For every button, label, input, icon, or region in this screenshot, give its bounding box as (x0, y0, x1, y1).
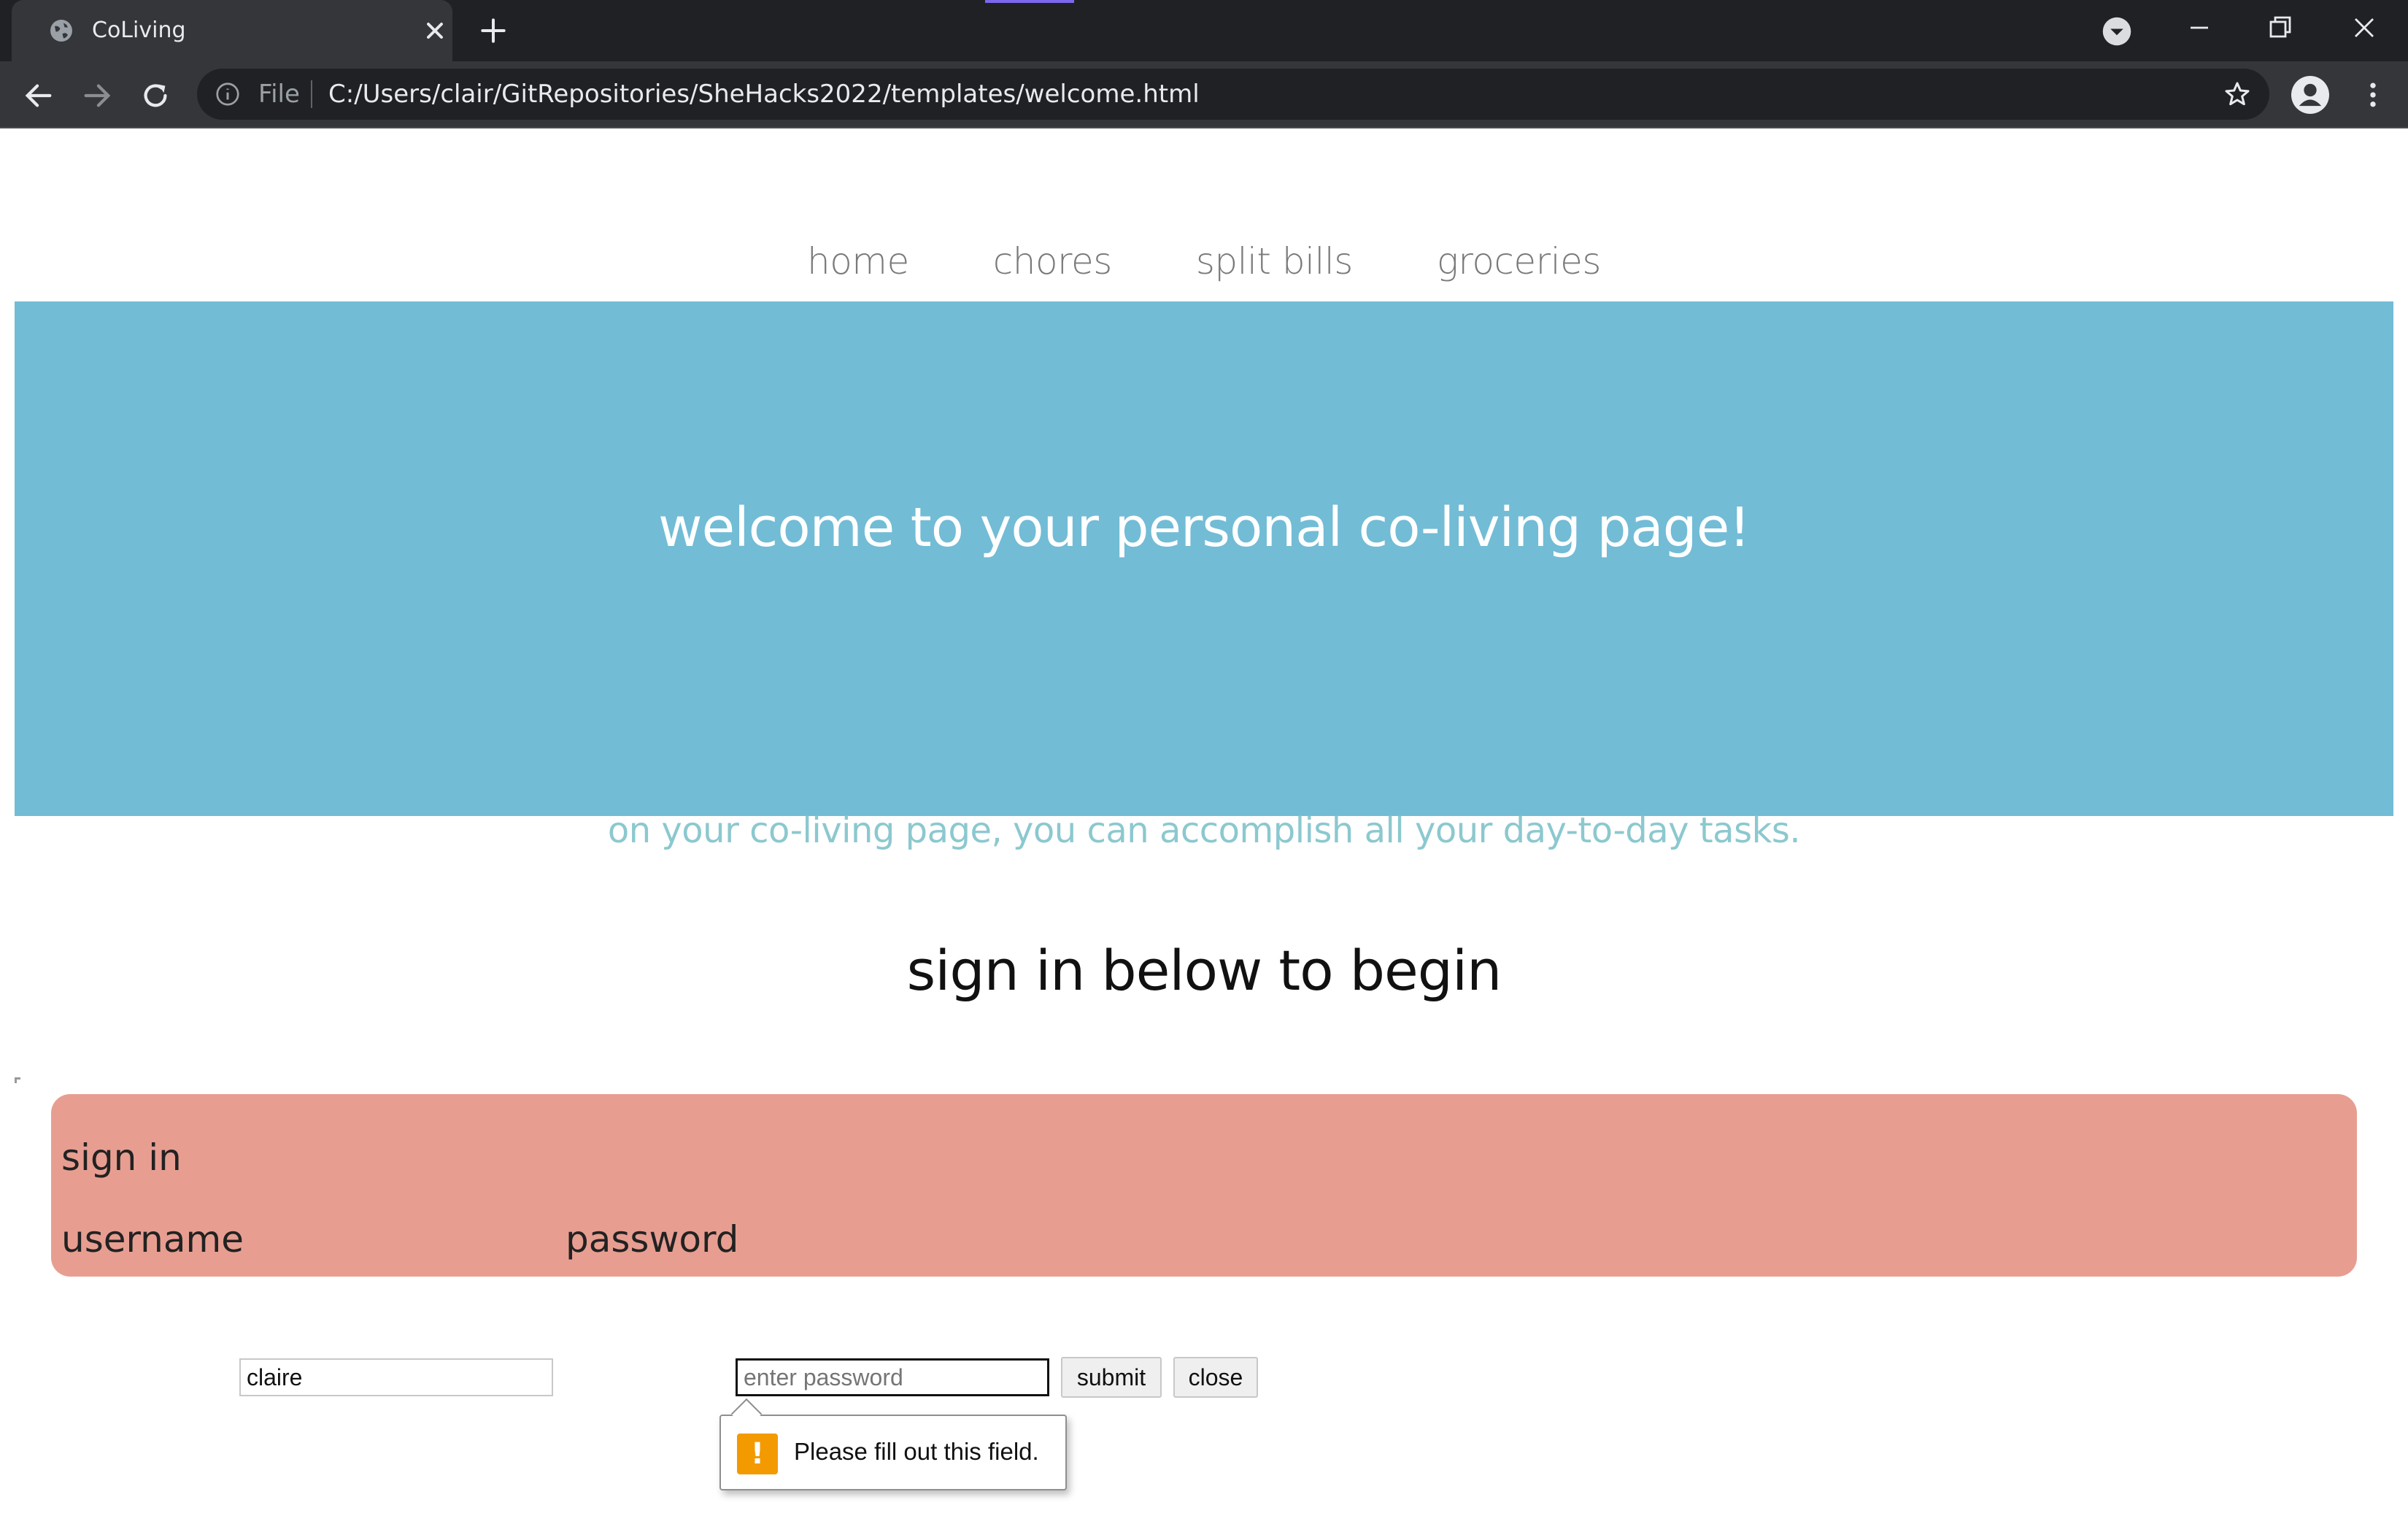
tab-search-icon[interactable] (2102, 16, 2132, 47)
browser-tab[interactable]: CoLiving (12, 0, 452, 61)
close-icon[interactable] (422, 18, 448, 44)
url-text[interactable]: C:/Users/clair/GitRepositories/SheHacks2… (328, 78, 1200, 110)
nav-link-home[interactable]: home (807, 240, 909, 282)
tab-title: CoLiving (92, 18, 186, 43)
nav-link-groceries[interactable]: groceries (1437, 240, 1602, 282)
signin-title: sign in (61, 1136, 182, 1179)
url-scheme-label: File (258, 80, 300, 109)
plus-icon[interactable] (477, 15, 509, 47)
person-icon[interactable] (2291, 76, 2329, 114)
browser-tab-bar: CoLiving (0, 0, 2408, 61)
address-bar[interactable]: File C:/Users/clair/GitRepositories/SheH… (197, 69, 2269, 120)
submit-button[interactable]: submit (1061, 1357, 1162, 1398)
password-input[interactable] (736, 1358, 1049, 1396)
info-icon[interactable] (215, 81, 241, 107)
username-input[interactable] (239, 1358, 553, 1396)
globe-icon (50, 20, 72, 42)
tagline: on your co-living page, you can accompli… (607, 810, 1801, 851)
arrow-right-icon[interactable] (80, 79, 114, 112)
minimize-icon[interactable] (2182, 10, 2217, 45)
username-label: username (61, 1218, 244, 1261)
password-label: password (566, 1218, 739, 1261)
validation-tooltip: ! Please fill out this field. (719, 1398, 1067, 1490)
browser-toolbar: File C:/Users/clair/GitRepositories/SheH… (0, 61, 2408, 128)
kebab-menu-icon[interactable] (2357, 79, 2389, 111)
resize-handle (15, 1077, 20, 1083)
reload-icon[interactable] (139, 79, 172, 112)
arrow-left-icon[interactable] (22, 79, 55, 112)
hero-title: welcome to your personal co-living page! (658, 496, 1751, 559)
address-divider (311, 80, 312, 108)
tab-strip-accent (985, 0, 1074, 3)
warning-icon: ! (737, 1434, 778, 1474)
star-icon[interactable] (2223, 80, 2252, 109)
nav-link-chores[interactable]: chores (993, 240, 1113, 282)
validation-message: Please fill out this field. (794, 1438, 1039, 1465)
window-close-icon[interactable] (2347, 10, 2382, 45)
restore-icon[interactable] (2262, 10, 2297, 45)
close-button[interactable]: close (1173, 1357, 1258, 1398)
site-nav: home chores split bills groceries (0, 232, 2408, 290)
nav-link-split-bills[interactable]: split bills (1196, 240, 1354, 282)
signin-prompt-heading: sign in below to begin (906, 938, 1502, 1003)
signin-panel: sign in username password (51, 1094, 2357, 1277)
